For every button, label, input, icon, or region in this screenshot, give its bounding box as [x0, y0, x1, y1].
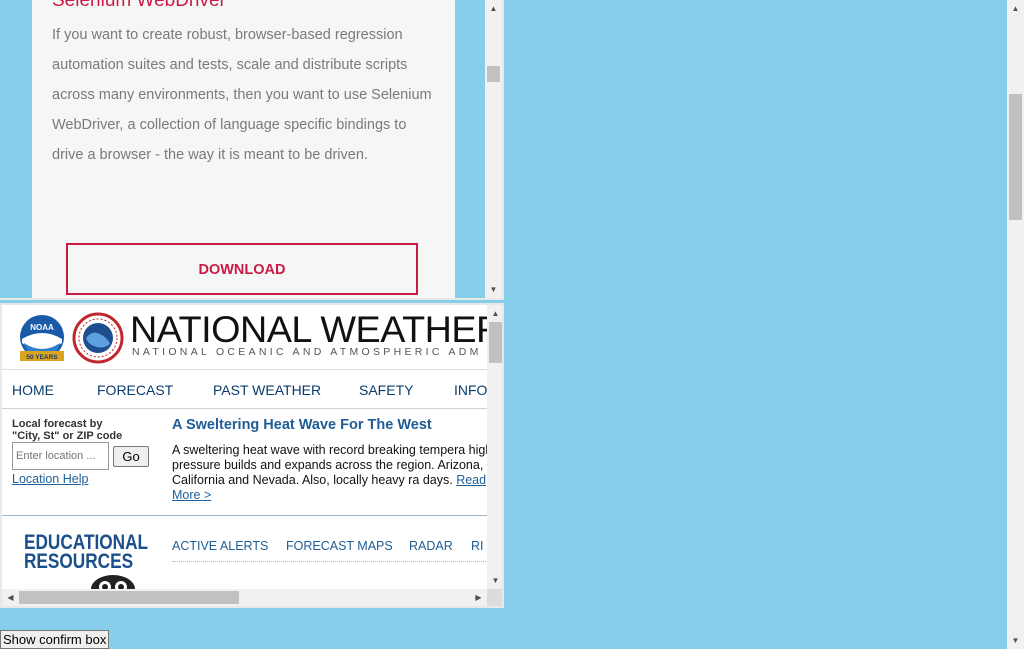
nav-item-past-weather[interactable]: PAST WEATHER: [213, 382, 321, 398]
card-description: If you want to create robust, browser-ba…: [52, 27, 432, 163]
news-headline[interactable]: A Sweltering Heat Wave For The West: [172, 417, 432, 433]
site-title: NATIONAL WEATHER: [130, 309, 487, 350]
download-button[interactable]: DOWNLOAD: [66, 243, 418, 295]
scrollbar-thumb[interactable]: [1009, 94, 1022, 220]
card-title: Selenium WebDriver: [52, 0, 226, 11]
site-subtitle: NATIONAL OCEANIC AND ATMOSPHERIC ADM: [132, 346, 482, 358]
show-confirm-box-button[interactable]: Show confirm box: [0, 630, 110, 649]
local-forecast-label: Local forecast by "City, St" or ZIP code: [12, 418, 122, 442]
nws-content: NOAA 50 YEARS NATIONAL WEATHER NATIONAL …: [2, 305, 487, 591]
scrollbar-thumb[interactable]: [487, 66, 500, 82]
go-button[interactable]: Go: [113, 446, 149, 467]
educational-resources-heading[interactable]: EDUCATIONAL RESOURCES: [24, 532, 148, 573]
nws-header: NOAA 50 YEARS NATIONAL WEATHER NATIONAL …: [2, 305, 487, 370]
noaa-years-text: 50 YEARS: [26, 354, 58, 361]
subnav-rivers[interactable]: RI: [471, 539, 484, 553]
scrollbar-corner: [487, 589, 502, 606]
educational-line2: RESOURCES: [24, 550, 134, 573]
subnav-underline: [172, 561, 487, 562]
scroll-down-arrow-icon[interactable]: ▼: [485, 281, 502, 298]
scroll-up-arrow-icon[interactable]: ▲: [1007, 0, 1024, 17]
noaa-logo-icon: NOAA 50 YEARS: [20, 315, 64, 361]
location-help-link[interactable]: Location Help: [12, 472, 88, 486]
scrollbar-thumb[interactable]: [489, 322, 502, 363]
subnav-forecast-maps[interactable]: FORECAST MAPS: [286, 539, 393, 553]
location-input[interactable]: [12, 442, 109, 470]
local-forecast-label-line2: "City, St" or ZIP code: [12, 430, 123, 442]
subnav-active-alerts[interactable]: ACTIVE ALERTS: [172, 539, 268, 553]
page-vertical-scrollbar[interactable]: ▲ ▼: [1007, 0, 1024, 649]
frame2-vertical-scrollbar[interactable]: ▲ ▼: [487, 305, 502, 589]
frame1-vertical-scrollbar[interactable]: ▲ ▼: [485, 0, 502, 298]
nav-item-home[interactable]: HOME: [12, 382, 54, 398]
main-nav: HOME FORECAST PAST WEATHER SAFETY INFO: [2, 370, 487, 409]
nav-item-info[interactable]: INFO: [454, 382, 487, 398]
scroll-left-arrow-icon[interactable]: ◀: [2, 589, 19, 606]
noaa-badge-text: NOAA: [30, 323, 54, 332]
news-text: A sweltering heat wave with record break…: [172, 443, 487, 487]
scroll-up-arrow-icon[interactable]: ▲: [487, 305, 502, 322]
frame2-horizontal-scrollbar[interactable]: ◀ ▶: [2, 589, 487, 606]
selenium-iframe: Selenium WebDriver If you want to create…: [0, 0, 504, 300]
scroll-down-arrow-icon[interactable]: ▼: [487, 572, 502, 589]
subnav-radar[interactable]: RADAR: [409, 539, 453, 553]
nav-item-safety[interactable]: SAFETY: [359, 382, 413, 398]
nav-item-forecast[interactable]: FORECAST: [97, 382, 173, 398]
webdriver-card: Selenium WebDriver If you want to create…: [32, 0, 455, 298]
news-body: A sweltering heat wave with record break…: [172, 443, 487, 503]
section-divider: [2, 515, 487, 516]
nws-logo-icon: [72, 312, 124, 364]
scroll-right-arrow-icon[interactable]: ▶: [470, 589, 487, 606]
local-forecast-label-line1: Local forecast by: [12, 418, 103, 430]
scroll-down-arrow-icon[interactable]: ▼: [1007, 632, 1024, 649]
scroll-up-arrow-icon[interactable]: ▲: [485, 0, 502, 17]
nws-iframe: NOAA 50 YEARS NATIONAL WEATHER NATIONAL …: [0, 303, 504, 608]
scrollbar-thumb[interactable]: [19, 591, 239, 604]
